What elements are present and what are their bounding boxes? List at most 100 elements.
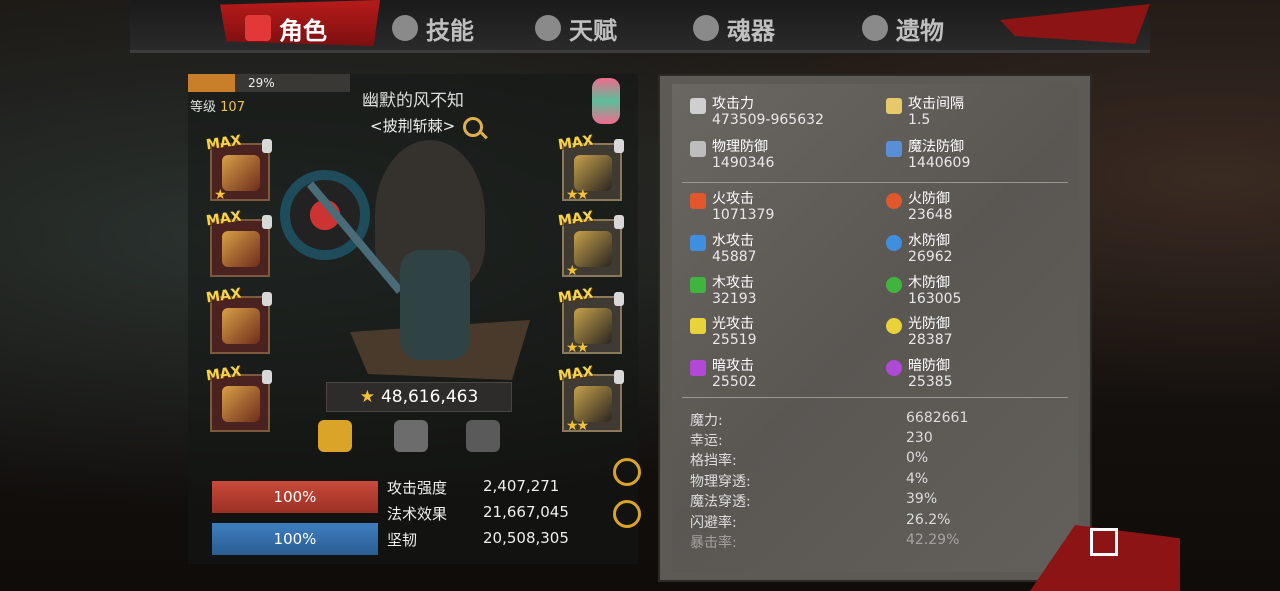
dark-attack-icon <box>690 360 706 376</box>
stat-label: 火防御 <box>908 191 950 207</box>
stat-value: 1.5 <box>908 112 931 128</box>
stat-label: 光防御 <box>908 316 950 332</box>
lock-icon <box>614 139 624 153</box>
character-name: 幽默的风不知 <box>362 91 464 111</box>
fire-defense-icon <box>886 193 902 209</box>
atom-icon[interactable] <box>613 500 641 528</box>
equipment-item <box>574 308 612 344</box>
wood-defense-icon <box>886 277 902 293</box>
stat-label: 物理穿透: <box>690 474 751 490</box>
stat-label: 木防御 <box>908 275 950 291</box>
max-badge: MAX <box>557 285 595 307</box>
lock-icon <box>262 292 272 306</box>
stat-value: 1440609 <box>908 155 971 171</box>
equip-slot-right-4[interactable]: MAX ★★ <box>557 364 624 434</box>
stat-label: 水防御 <box>908 233 950 249</box>
equip-slot-left-2[interactable]: MAX <box>205 209 272 277</box>
stat-value: 26962 <box>908 249 953 265</box>
stat-magic-defense: 魔法防御 1440609 <box>886 139 971 171</box>
stat-value: 25385 <box>908 374 953 390</box>
stat-value: 1490346 <box>712 155 775 171</box>
level-progress-text: 29% <box>248 76 275 90</box>
max-badge: MAX <box>557 132 595 154</box>
stat-label: 幸运: <box>690 433 723 449</box>
equip-slot-left-3[interactable]: MAX <box>205 286 272 354</box>
max-badge: MAX <box>205 285 243 307</box>
stat-label: 法术效果 <box>387 505 448 523</box>
max-badge: MAX <box>205 208 243 230</box>
stat-label: 格挡率: <box>690 453 737 469</box>
level-label-text: 等级 <box>190 100 217 115</box>
shield-icon <box>690 141 706 157</box>
stat-label: 光攻击 <box>712 316 754 332</box>
tab-label: 角色 <box>279 16 327 45</box>
level-value: 107 <box>220 100 245 115</box>
stat-label: 攻击力 <box>712 96 754 112</box>
stat-dark-attack: 暗攻击 25502 <box>690 358 757 390</box>
stat-label: 攻击强度 <box>387 479 448 497</box>
stat-light-attack: 光攻击 25519 <box>690 316 757 348</box>
stat-value: 6682661 <box>906 410 969 426</box>
tab-label: 技能 <box>426 16 474 45</box>
stat-value: 20,508,305 <box>483 529 569 547</box>
armor-set-2-icon[interactable] <box>394 420 428 452</box>
equip-slot-left-1[interactable]: MAX ★ <box>205 133 272 203</box>
stat-dark-defense: 暗防御 25385 <box>886 358 953 390</box>
equip-slot-right-2[interactable]: MAX ★ <box>557 209 624 279</box>
stat-value: 2,407,271 <box>483 477 560 495</box>
stat-wood-defense: 木防御 163005 <box>886 275 961 307</box>
stat-value: 32193 <box>712 291 757 307</box>
menu-corner-icon[interactable] <box>1090 528 1118 556</box>
stat-value: 23648 <box>908 207 953 223</box>
tab-label: 魂器 <box>727 16 775 45</box>
equipment-item <box>574 155 612 191</box>
stat-attack-power: 攻击强度 2,407,271 <box>387 477 559 498</box>
equip-slot-left-4[interactable]: MAX <box>205 364 272 432</box>
tab-skill[interactable]: 技能 <box>392 8 474 48</box>
stat-luck: 幸运: 230 <box>690 430 933 450</box>
equip-slot-right-1[interactable]: MAX ★★ <box>557 133 624 203</box>
stat-fire-defense: 火防御 23648 <box>886 191 953 223</box>
stat-wood-attack: 木攻击 32193 <box>690 275 757 307</box>
search-icon[interactable] <box>463 117 483 137</box>
max-badge: MAX <box>557 363 595 385</box>
equipment-item <box>574 386 612 422</box>
stat-label: 火攻击 <box>712 191 754 207</box>
stat-physical-penetration: 物理穿透: 4% <box>690 471 928 491</box>
armor-set-3-icon[interactable] <box>466 420 500 452</box>
armor-set-1-icon[interactable] <box>318 420 352 452</box>
star-rating: ★★ <box>566 340 589 356</box>
stat-value: 25519 <box>712 332 757 348</box>
stat-label: 暗防御 <box>908 358 950 374</box>
stat-label: 木攻击 <box>712 275 754 291</box>
character-title[interactable]: <披荆斩棘> <box>370 115 455 136</box>
stat-label: 暴击率: <box>690 535 737 551</box>
equipment-item <box>222 231 260 267</box>
equipment-item <box>574 231 612 267</box>
light-defense-icon <box>886 318 902 334</box>
equipment-item <box>222 308 260 344</box>
stat-fire-attack: 火攻击 1071379 <box>690 191 774 223</box>
equip-slot-right-3[interactable]: MAX ★★ <box>557 286 624 356</box>
tab-character[interactable]: 角色 <box>245 8 327 48</box>
tab-talent[interactable]: 天赋 <box>535 8 617 48</box>
tab-label: 天赋 <box>569 16 617 45</box>
stat-label: 坚韧 <box>387 531 418 549</box>
divider <box>682 182 1068 183</box>
stat-value: 39% <box>906 491 938 507</box>
equipment-item <box>222 155 260 191</box>
max-badge: MAX <box>205 363 243 385</box>
info-icon[interactable] <box>613 458 641 486</box>
lock-icon <box>262 215 272 229</box>
tab-relic[interactable]: 遗物 <box>862 8 944 48</box>
tab-soul[interactable]: 魂器 <box>693 8 775 48</box>
light-attack-icon <box>690 318 706 334</box>
magic-shield-icon <box>886 141 902 157</box>
stat-label: 魔法穿透: <box>690 494 751 510</box>
lock-icon <box>614 215 624 229</box>
potion-icon[interactable] <box>592 78 620 124</box>
sword-icon <box>690 98 706 114</box>
star-icon: ★ <box>359 387 375 407</box>
stat-value: 28387 <box>908 332 953 348</box>
star-rating: ★ <box>214 187 226 203</box>
